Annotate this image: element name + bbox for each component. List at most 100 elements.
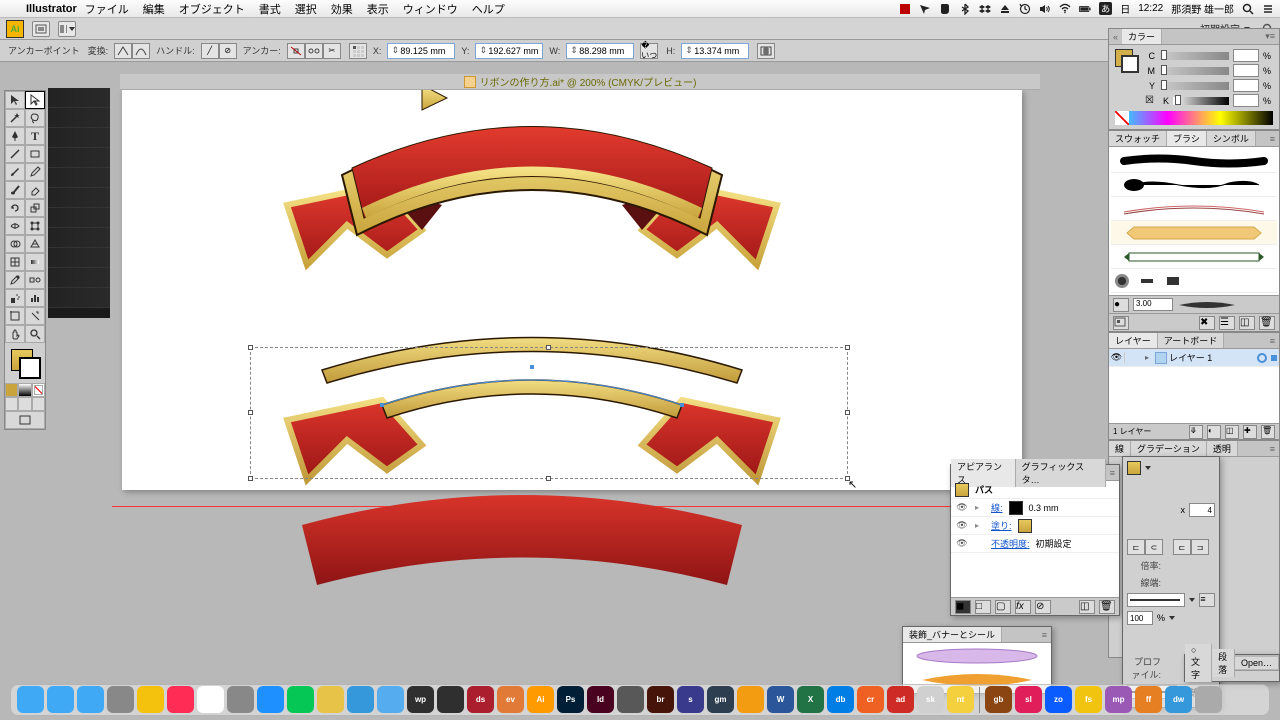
- dock-app-ev[interactable]: ev: [497, 686, 524, 713]
- symbol-sprayer-tool[interactable]: [5, 289, 25, 307]
- dock-app-safari[interactable]: [47, 686, 74, 713]
- eye-icon[interactable]: 👁: [955, 502, 969, 513]
- c-value[interactable]: [1233, 49, 1259, 62]
- stroke-gradient-swatch[interactable]: [1127, 461, 1141, 475]
- miter-field[interactable]: 4: [1189, 503, 1215, 517]
- dock-app-launchpad[interactable]: [107, 686, 134, 713]
- brush-item[interactable]: [1111, 173, 1277, 197]
- dash-preset[interactable]: [1127, 593, 1185, 607]
- appearance-stroke-row[interactable]: 👁▸ 線: 0.3 mm: [951, 499, 1119, 517]
- eyedropper-tool[interactable]: [5, 271, 25, 289]
- scale-tool[interactable]: [25, 199, 45, 217]
- slice-tool[interactable]: [25, 307, 45, 325]
- gradient-tool[interactable]: [25, 253, 45, 271]
- color-tab[interactable]: カラー: [1122, 29, 1162, 44]
- stroke-width-field[interactable]: 3.00: [1133, 298, 1173, 311]
- menu-file[interactable]: ファイル: [85, 1, 129, 17]
- dock-app-github[interactable]: [437, 686, 464, 713]
- menu-edit[interactable]: 編集: [143, 1, 165, 17]
- delete-layer-icon[interactable]: 🗑: [1261, 425, 1275, 439]
- tray-input-icon[interactable]: あ: [1099, 2, 1112, 15]
- dock-app-W[interactable]: W: [767, 686, 794, 713]
- brush-item[interactable]: [1111, 149, 1277, 173]
- brushes-tab[interactable]: ブラシ: [1167, 131, 1207, 146]
- eye-icon[interactable]: 👁: [955, 520, 969, 531]
- dock-app-ad[interactable]: ad: [887, 686, 914, 713]
- options-icon[interactable]: ☰: [1219, 316, 1235, 330]
- notifications-icon[interactable]: [1262, 3, 1274, 15]
- draw-mode-buttons[interactable]: [5, 397, 45, 411]
- dock-app-db[interactable]: db: [827, 686, 854, 713]
- stroke-tab[interactable]: 線: [1109, 441, 1131, 456]
- layers-tab[interactable]: レイヤー: [1109, 333, 1158, 348]
- dock-app-vlc[interactable]: [737, 686, 764, 713]
- dock-app-cr[interactable]: cr: [857, 686, 884, 713]
- dock-app-paint[interactable]: [317, 686, 344, 713]
- document-tab[interactable]: リボンの作り方.ai* @ 200% (CMYK/プレビュー): [120, 74, 1040, 90]
- tray-timemachine-icon[interactable]: [1019, 3, 1031, 15]
- target-icon[interactable]: [1257, 353, 1267, 363]
- canvas[interactable]: ↖: [112, 90, 1048, 680]
- tray-dropbox-icon[interactable]: [979, 3, 991, 15]
- symbols-tab[interactable]: シンボル: [1207, 131, 1256, 146]
- pencil-tool[interactable]: [25, 163, 45, 181]
- app-name[interactable]: Illustrator: [26, 3, 77, 15]
- layer-row[interactable]: 👁 ▸ レイヤー 1: [1109, 349, 1279, 367]
- paintbrush-tool[interactable]: [5, 163, 25, 181]
- anchor-connect-button[interactable]: [305, 43, 323, 59]
- hand-tool[interactable]: [5, 325, 25, 343]
- menu-select[interactable]: 選択: [295, 1, 317, 17]
- make-clip-icon[interactable]: ◐: [1207, 425, 1221, 439]
- bridge-button[interactable]: [32, 21, 50, 37]
- magic-wand-tool[interactable]: [5, 109, 25, 127]
- remove-stroke-icon[interactable]: ✖: [1199, 316, 1215, 330]
- color-fillstroke-icon[interactable]: [1115, 49, 1141, 75]
- arrange-button[interactable]: [58, 21, 76, 37]
- dock-app-finder[interactable]: [17, 686, 44, 713]
- dock-app-itunes[interactable]: [167, 686, 194, 713]
- panel-menu-icon[interactable]: ≡: [1106, 468, 1119, 478]
- shape-builder-tool[interactable]: [5, 235, 25, 253]
- dash-opt-icon[interactable]: ≡: [1199, 593, 1215, 607]
- brush-library-icon[interactable]: [1113, 316, 1129, 330]
- convert-corner-button[interactable]: [114, 43, 132, 59]
- h-field[interactable]: ⇕: [681, 43, 749, 59]
- x-field[interactable]: ⇕: [387, 43, 455, 59]
- dock-app-settings[interactable]: [227, 686, 254, 713]
- dock-app-sl[interactable]: sl: [1015, 686, 1042, 713]
- handle-hide-button[interactable]: ⊘: [219, 43, 237, 59]
- stroke-swatch-icon[interactable]: [1009, 501, 1023, 515]
- brush-item[interactable]: [1111, 269, 1277, 293]
- dock-app-books[interactable]: [617, 686, 644, 713]
- dock-app-s[interactable]: s: [677, 686, 704, 713]
- panel-menu-icon[interactable]: ▾≡: [1261, 31, 1279, 42]
- dock-app-gb[interactable]: gb: [985, 686, 1012, 713]
- menu-type[interactable]: 書式: [259, 1, 281, 17]
- anchor-remove-button[interactable]: [287, 43, 305, 59]
- graphic-styles-tab[interactable]: グラフィックスタ…: [1016, 459, 1106, 487]
- panel-collapse-icon[interactable]: «: [1109, 32, 1122, 42]
- mesh-tool[interactable]: [5, 253, 25, 271]
- menu-help[interactable]: ヘルプ: [472, 1, 505, 17]
- add-effect-icon[interactable]: fx: [1015, 600, 1031, 614]
- dock-app-dw[interactable]: dw: [1165, 686, 1192, 713]
- screen-mode-button[interactable]: [5, 411, 45, 429]
- m-slider[interactable]: [1159, 67, 1229, 75]
- dock-app-appstore[interactable]: [257, 686, 284, 713]
- delete-brush-icon[interactable]: 🗑: [1259, 316, 1275, 330]
- tray-bluetooth-icon[interactable]: [959, 3, 971, 15]
- isolate-button[interactable]: [757, 43, 775, 59]
- dock-app-ff[interactable]: ff: [1135, 686, 1162, 713]
- fill-swatch-icon[interactable]: [1018, 519, 1032, 533]
- panel-menu-icon[interactable]: ≡: [1266, 134, 1279, 144]
- tray-wifi-icon[interactable]: [1059, 3, 1071, 15]
- new-layer-icon[interactable]: ✚: [1243, 425, 1257, 439]
- direct-selection-tool[interactable]: [25, 91, 45, 109]
- dock-app-line[interactable]: [287, 686, 314, 713]
- width-tool[interactable]: [5, 217, 25, 235]
- k-none-icon[interactable]: ☒: [1145, 95, 1155, 106]
- dock-app-ds[interactable]: ds: [467, 686, 494, 713]
- add-fill-icon[interactable]: ▢: [995, 600, 1011, 614]
- brush-item[interactable]: [1111, 221, 1277, 245]
- char-tab[interactable]: ○ 文字: [1185, 644, 1212, 682]
